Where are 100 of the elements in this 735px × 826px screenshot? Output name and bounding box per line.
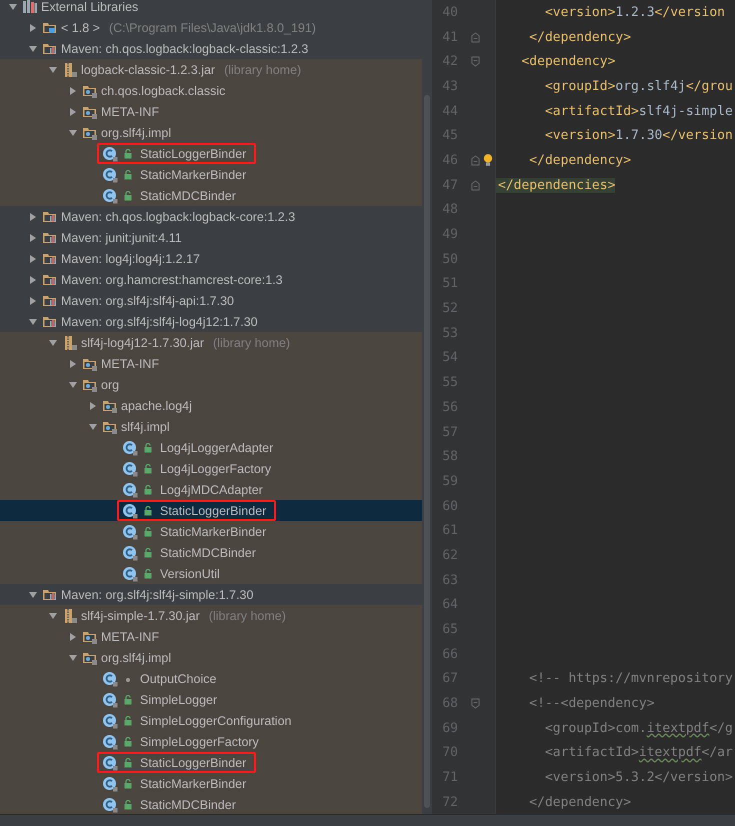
archive-icon <box>62 62 78 78</box>
tree-row[interactable]: SimpleLoggerConfiguration <box>0 710 422 731</box>
tree-row[interactable]: StaticMarkerBinder <box>0 773 422 794</box>
tree-item-label: META-INF <box>101 630 160 644</box>
tree-row[interactable]: StaticMarkerBinder <box>0 164 422 185</box>
tree-row[interactable]: StaticLoggerBinder <box>0 143 422 164</box>
fold-marker-icon[interactable] <box>471 698 480 710</box>
code-text: <version>1.2.3</version <box>544 4 725 20</box>
tree-row[interactable]: Log4jLoggerFactory <box>0 458 422 479</box>
class-icon <box>102 146 118 162</box>
tree-item-label: OutputChoice <box>140 672 216 686</box>
scrollbar[interactable] <box>422 0 432 814</box>
tree-row[interactable]: Maven: org.slf4j:slf4j-api:1.7.30 <box>0 290 422 311</box>
tree-row[interactable]: ch.qos.logback.classic <box>0 80 422 101</box>
path-hint: (library home) <box>224 62 302 76</box>
tree-row[interactable]: slf4j-simple-1.7.30.jar (library home) <box>0 605 422 626</box>
tree-row[interactable]: OutputChoice <box>0 668 422 689</box>
tree-row[interactable]: VersionUtil <box>0 563 422 584</box>
class-icon <box>122 440 138 456</box>
tree-row[interactable]: org.slf4j.impl <box>0 122 422 143</box>
tree-row[interactable]: slf4j.impl <box>0 416 422 437</box>
tree-row[interactable]: StaticMDCBinder <box>0 542 422 563</box>
tree-item-label: Maven: org.slf4j:slf4j-log4j12:1.7.30 <box>61 314 258 328</box>
code-text: <dependency> <box>520 54 616 70</box>
expanded-arrow-icon[interactable] <box>68 128 78 138</box>
tree-row[interactable]: SimpleLoggerFactory <box>0 731 422 752</box>
expanded-arrow-icon[interactable] <box>28 316 38 326</box>
collapsed-arrow-icon[interactable] <box>68 86 78 96</box>
code-text: <!-- https://mvnrepository <box>528 671 733 686</box>
tree-item-label: Maven: log4j:log4j:1.2.17 <box>61 252 200 266</box>
code-text: </dependency> <box>528 30 632 45</box>
collapsed-arrow-icon[interactable] <box>28 296 38 306</box>
lightbulb-icon[interactable] <box>482 153 492 168</box>
tree-row[interactable]: SimpleLogger <box>0 689 422 710</box>
expanded-arrow-icon[interactable] <box>28 590 38 600</box>
expanded-arrow-icon[interactable] <box>88 422 98 432</box>
fold-marker-icon[interactable] <box>471 32 480 43</box>
collapsed-arrow-icon[interactable] <box>88 400 98 410</box>
expanded-arrow-icon[interactable] <box>68 380 78 390</box>
expanded-arrow-icon[interactable] <box>48 64 58 74</box>
library-books-icon <box>22 0 38 14</box>
tree-row[interactable]: StaticMDCBinder <box>0 185 422 206</box>
tree-item-label: StaticMarkerBinder <box>160 524 266 538</box>
collapsed-arrow-icon[interactable] <box>68 358 78 368</box>
collapsed-arrow-icon[interactable] <box>68 632 78 642</box>
expanded-arrow-icon[interactable] <box>48 338 58 348</box>
tree-row[interactable]: < 1.8 > (C:\Program Files\Java\jdk1.8.0_191) <box>0 17 422 38</box>
collapsed-arrow-icon[interactable] <box>28 212 38 222</box>
tree-item-label: StaticMDCBinder <box>140 188 236 202</box>
expanded-arrow-icon[interactable] <box>48 610 58 620</box>
tree-row[interactable]: org.slf4j.impl <box>0 647 422 668</box>
tree-row[interactable]: Log4jLoggerAdapter <box>0 437 422 458</box>
tree-item-label: Maven: org.slf4j:slf4j-simple:1.7.30 <box>61 588 254 602</box>
tree-row[interactable]: Maven: org.slf4j:slf4j-simple:1.7.30 <box>0 584 422 605</box>
code-text: </dependencies> <box>496 178 616 193</box>
expanded-arrow-icon[interactable] <box>8 2 18 12</box>
tree-item-label: StaticMDCBinder <box>140 798 236 812</box>
class-icon <box>102 188 118 204</box>
collapsed-arrow-icon[interactable] <box>28 232 38 242</box>
tree-row[interactable]: External Libraries <box>0 0 422 17</box>
tree-row[interactable]: logback-classic-1.2.3.jar (library home) <box>0 59 422 80</box>
code-text: <groupId>com.itextpdf</g <box>544 720 733 736</box>
path-hint: (library home) <box>213 336 290 350</box>
path-hint: (C:\Program Files\Java\jdk1.8.0_191) <box>108 20 316 34</box>
fold-marker-icon[interactable] <box>471 180 480 191</box>
class-icon <box>102 754 118 770</box>
tree-row[interactable]: Maven: ch.qos.logback:logback-classic:1.2.3 <box>0 38 422 59</box>
tree-item-label: Log4jMDCAdapter <box>160 482 263 496</box>
tree-item-label: ch.qos.logback.classic <box>101 84 226 98</box>
tree-row[interactable]: StaticMarkerBinder <box>0 521 422 542</box>
tree-item-label: StaticMDCBinder <box>160 546 256 560</box>
tree-row[interactable]: StaticMDCBinder <box>0 794 422 814</box>
tree-row[interactable]: Maven: junit:junit:4.11 <box>0 227 422 248</box>
class-icon <box>122 524 138 540</box>
collapsed-arrow-icon[interactable] <box>28 254 38 264</box>
class-icon <box>122 544 138 560</box>
collapsed-arrow-icon[interactable] <box>68 106 78 116</box>
tree-row[interactable]: Maven: org.hamcrest:hamcrest-core:1.3 <box>0 269 422 290</box>
tree-row[interactable]: slf4j-log4j12-1.7.30.jar (library home) <box>0 332 422 353</box>
tree-item-label: SimpleLoggerConfiguration <box>140 714 292 728</box>
tree-row[interactable]: Maven: org.slf4j:slf4j-log4j12:1.7.30 <box>0 311 422 332</box>
tree-row[interactable]: org <box>0 374 422 395</box>
tree-row[interactable]: META-INF <box>0 353 422 374</box>
tree-row[interactable]: Log4jMDCAdapter <box>0 479 422 500</box>
fold-marker-icon[interactable] <box>471 154 480 166</box>
tree-item-label: StaticLoggerBinder <box>140 756 246 770</box>
collapsed-arrow-icon[interactable] <box>28 22 38 32</box>
archive-icon <box>62 608 78 624</box>
class-icon <box>122 566 138 582</box>
tree-row[interactable]: StaticLoggerBinder <box>0 752 422 773</box>
tree-row[interactable]: Maven: ch.qos.logback:logback-core:1.2.3 <box>0 206 422 227</box>
fold-marker-icon[interactable] <box>471 56 480 68</box>
tree-row[interactable]: META-INF <box>0 626 422 647</box>
expanded-arrow-icon[interactable] <box>68 652 78 662</box>
expanded-arrow-icon[interactable] <box>28 44 38 54</box>
tree-row[interactable]: Maven: log4j:log4j:1.2.17 <box>0 248 422 269</box>
tree-row[interactable]: META-INF <box>0 101 422 122</box>
tree-row[interactable]: apache.log4j <box>0 395 422 416</box>
tree-row[interactable]: StaticLoggerBinder <box>0 500 422 521</box>
collapsed-arrow-icon[interactable] <box>28 274 38 284</box>
